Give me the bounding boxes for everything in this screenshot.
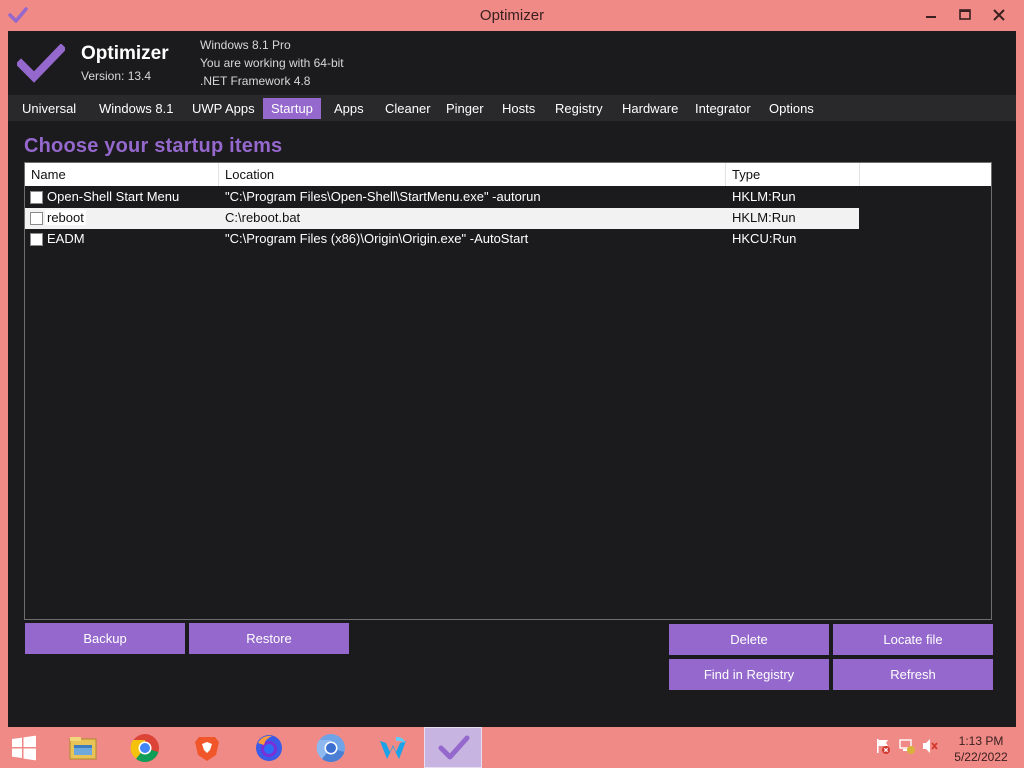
taskbar-waterfox[interactable]	[364, 727, 420, 768]
tab-hosts[interactable]: Hosts	[494, 98, 543, 119]
clock-date: 5/22/2022	[954, 750, 1008, 764]
tab-universal[interactable]: Universal	[14, 98, 84, 119]
find-in-registry-button[interactable]: Find in Registry	[669, 659, 829, 690]
item-location: C:\reboot.bat	[225, 210, 301, 225]
item-name: EADM	[47, 231, 85, 246]
taskbar-optimizer[interactable]	[424, 727, 482, 768]
tab-cleaner[interactable]: Cleaner	[377, 98, 439, 119]
list-item[interactable]: Open-Shell Start Menu "C:\Program Files\…	[25, 187, 859, 208]
firefox-icon	[256, 735, 282, 761]
close-icon[interactable]	[986, 4, 1012, 26]
column-header-name[interactable]: Name	[25, 163, 219, 186]
chrome-icon	[130, 734, 159, 762]
item-location: "C:\Program Files (x86)\Origin\Origin.ex…	[225, 231, 529, 246]
app-header: Optimizer Version: 13.4 Windows 8.1 Pro …	[8, 31, 1016, 95]
tab-bar: Universal Windows 8.1 UWP Apps Startup A…	[8, 95, 1016, 121]
item-name: Open-Shell Start Menu	[47, 189, 180, 204]
backup-button[interactable]: Backup	[25, 623, 185, 654]
windows-start-icon	[12, 735, 36, 761]
section-title: Choose your startup items	[24, 135, 283, 157]
tab-registry[interactable]: Registry	[547, 98, 611, 119]
tab-integrator[interactable]: Integrator	[687, 98, 759, 119]
taskbar-file-explorer[interactable]	[54, 727, 110, 768]
framework-info: .NET Framework 4.8	[200, 74, 311, 88]
list-header: Name Location Type	[25, 163, 991, 186]
tab-startup[interactable]: Startup	[263, 98, 321, 119]
tab-pinger[interactable]: Pinger	[438, 98, 492, 119]
app-name: Optimizer	[81, 43, 169, 64]
item-type: HKLM:Run	[732, 189, 796, 204]
brave-icon	[195, 737, 219, 761]
item-location: "C:\Program Files\Open-Shell\StartMenu.e…	[225, 189, 541, 204]
delete-button[interactable]: Delete	[669, 624, 829, 655]
list-item[interactable]: EADM "C:\Program Files (x86)\Origin\Orig…	[25, 229, 859, 250]
tab-hardware[interactable]: Hardware	[614, 98, 686, 119]
locate-file-button[interactable]: Locate file	[833, 624, 993, 655]
maximize-icon[interactable]	[952, 4, 978, 26]
os-info: Windows 8.1 Pro	[200, 38, 291, 52]
clock-time: 1:13 PM	[958, 734, 1004, 748]
item-name: reboot	[45, 210, 86, 225]
tab-apps[interactable]: Apps	[326, 98, 372, 119]
item-checkbox[interactable]	[30, 191, 43, 204]
item-checkbox[interactable]	[30, 212, 43, 225]
app-window: Optimizer Version: 13.4 Windows 8.1 Pro …	[8, 31, 1016, 727]
clock[interactable]: 1:13 PM 5/22/2022	[944, 733, 1018, 765]
tab-options[interactable]: Options	[761, 98, 822, 119]
action-center-flag-icon[interactable]	[874, 737, 892, 755]
file-explorer-icon	[69, 737, 97, 760]
taskbar-chromium[interactable]	[302, 727, 358, 768]
network-icon[interactable]	[898, 737, 916, 755]
title-bar[interactable]: Optimizer	[0, 0, 1024, 31]
item-checkbox[interactable]	[30, 233, 43, 246]
item-type: HKCU:Run	[732, 231, 797, 246]
taskbar-chrome[interactable]	[116, 727, 172, 768]
taskbar-brave[interactable]	[178, 727, 234, 768]
column-header-type[interactable]: Type	[726, 163, 860, 186]
optimizer-icon	[438, 735, 470, 760]
tab-uwp-apps[interactable]: UWP Apps	[184, 98, 263, 119]
arch-info: You are working with 64-bit	[200, 56, 344, 70]
tab-windows-8-1[interactable]: Windows 8.1	[91, 98, 181, 119]
taskbar-firefox[interactable]	[240, 727, 296, 768]
taskbar: 1:13 PM 5/22/2022	[0, 727, 1024, 768]
window-title: Optimizer	[479, 7, 545, 24]
start-button[interactable]	[0, 727, 48, 768]
column-header-location[interactable]: Location	[219, 163, 726, 186]
waterfox-icon	[380, 737, 406, 759]
volume-muted-icon[interactable]	[921, 737, 939, 755]
list-item[interactable]: reboot C:\reboot.bat HKLM:Run	[25, 208, 859, 229]
app-version: Version: 13.4	[81, 69, 152, 83]
minimize-icon[interactable]	[918, 4, 944, 26]
refresh-button[interactable]: Refresh	[833, 659, 993, 690]
restore-button[interactable]: Restore	[189, 623, 349, 654]
startup-list[interactable]: Name Location Type Open-Shell Start Menu…	[24, 162, 992, 620]
item-type: HKLM:Run	[732, 210, 796, 225]
optimizer-logo-icon	[17, 44, 65, 83]
chromium-icon	[316, 734, 345, 762]
